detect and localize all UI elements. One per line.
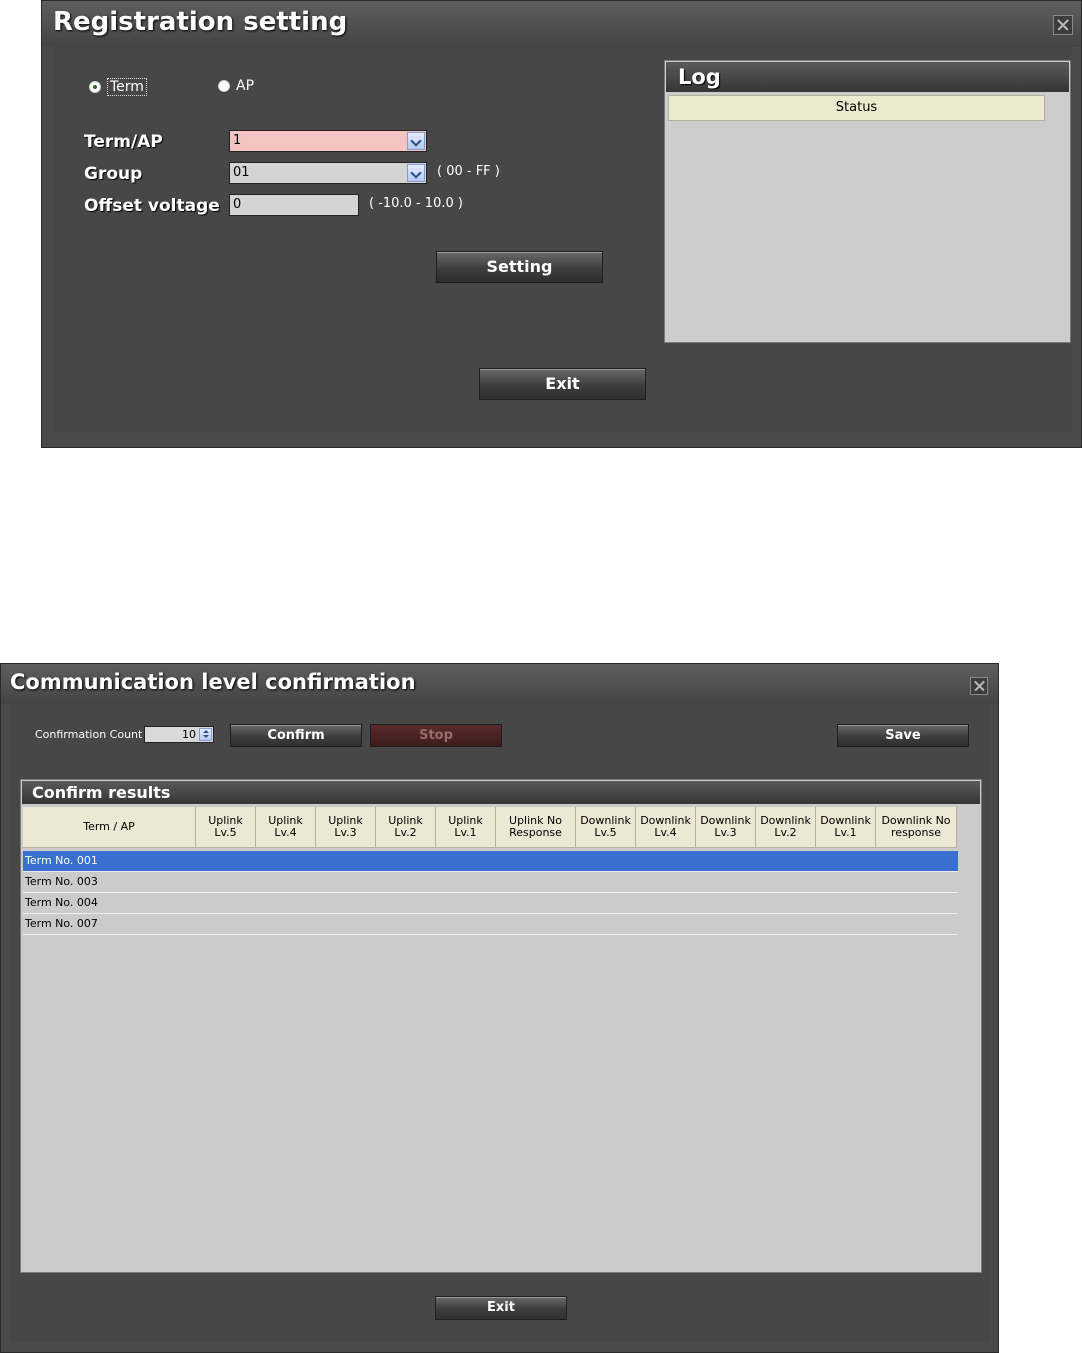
column-header-uplink-lv3[interactable]: Uplink Lv.3 [316, 807, 376, 848]
radio-selected-icon [89, 81, 101, 93]
spinner-arrows-icon[interactable] [199, 728, 212, 741]
table-row[interactable]: Term No. 007 [23, 914, 958, 935]
column-header-uplink-lv5[interactable]: Uplink Lv.5 [196, 807, 256, 848]
column-header-uplink-lv4[interactable]: Uplink Lv.4 [256, 807, 316, 848]
column-header-downlink-lv5[interactable]: Downlink Lv.5 [576, 807, 636, 848]
table-row[interactable]: Term No. 001 [23, 851, 958, 872]
setting-button[interactable]: Setting [436, 251, 603, 283]
column-header-uplink-lv1[interactable]: Uplink Lv.1 [436, 807, 496, 848]
registration-setting-window: Registration setting Term AP Term/AP 1 G… [41, 0, 1082, 448]
group-range-hint: ( 00 - FF ) [437, 164, 500, 179]
confirm-results-panel: Confirm results Term / AP Uplink Lv.5 Up… [20, 779, 982, 1273]
term-ap-label: Term/AP [84, 132, 163, 152]
group-value: 01 [233, 165, 250, 180]
table-row[interactable]: Term No. 003 [23, 872, 958, 893]
log-panel: Log Status [664, 60, 1071, 343]
radio-term-label: Term [107, 78, 147, 96]
confirmation-count-value: 10 [182, 728, 196, 741]
column-header-downlink-lv1[interactable]: Downlink Lv.1 [816, 807, 876, 848]
close-icon[interactable] [970, 677, 988, 695]
offset-range-hint: ( -10.0 - 10.0 ) [369, 196, 463, 211]
stop-button[interactable]: Stop [370, 724, 502, 747]
communication-body: Confirmation Count 10 Confirm Stop Save … [10, 703, 990, 1342]
group-label: Group [84, 164, 143, 184]
confirmation-count-stepper[interactable]: 10 [144, 726, 214, 743]
column-header-downlink-lv3[interactable]: Downlink Lv.3 [696, 807, 756, 848]
close-icon[interactable] [1053, 15, 1073, 35]
results-grid-header: Term / AP Uplink Lv.5 Uplink Lv.4 Uplink… [23, 807, 957, 848]
communication-window-title: Communication level confirmation [1, 664, 998, 704]
exit-button[interactable]: Exit [479, 368, 646, 400]
column-header-downlink-lv4[interactable]: Downlink Lv.4 [636, 807, 696, 848]
term-ap-value: 1 [233, 133, 242, 148]
confirmation-count-label: Confirmation Count [35, 728, 143, 741]
confirm-results-title: Confirm results [22, 781, 980, 804]
log-title: Log [666, 62, 1069, 92]
chevron-down-icon[interactable] [407, 164, 425, 182]
radio-term[interactable]: Term [89, 78, 147, 96]
radio-ap[interactable]: AP [218, 78, 254, 94]
save-button[interactable]: Save [837, 724, 969, 747]
registration-window-title: Registration setting [42, 1, 1081, 47]
column-header-uplink-lv2[interactable]: Uplink Lv.2 [376, 807, 436, 848]
offset-voltage-label: Offset voltage [84, 196, 220, 216]
offset-voltage-input[interactable]: 0 [229, 194, 359, 216]
communication-level-window: Communication level confirmation Confirm… [0, 663, 999, 1353]
exit-button[interactable]: Exit [435, 1296, 567, 1320]
chevron-down-icon[interactable] [407, 132, 425, 150]
log-status-column-header[interactable]: Status [668, 95, 1045, 121]
registration-body: Term AP Term/AP 1 Group 01 ( 00 - FF ) O… [53, 47, 1072, 433]
term-ap-dropdown[interactable]: 1 [229, 130, 427, 152]
group-dropdown[interactable]: 01 [229, 162, 427, 184]
column-header-downlink-no-response[interactable]: Downlink No response [876, 807, 957, 848]
column-header-term-ap[interactable]: Term / AP [23, 807, 196, 848]
column-header-uplink-no-response[interactable]: Uplink No Response [496, 807, 576, 848]
results-grid-rows: Term No. 001 Term No. 003 Term No. 004 T… [23, 851, 958, 935]
radio-unselected-icon [218, 80, 230, 92]
radio-ap-label: AP [236, 78, 255, 94]
column-header-downlink-lv2[interactable]: Downlink Lv.2 [756, 807, 816, 848]
table-row[interactable]: Term No. 004 [23, 893, 958, 914]
confirm-button[interactable]: Confirm [230, 724, 362, 747]
